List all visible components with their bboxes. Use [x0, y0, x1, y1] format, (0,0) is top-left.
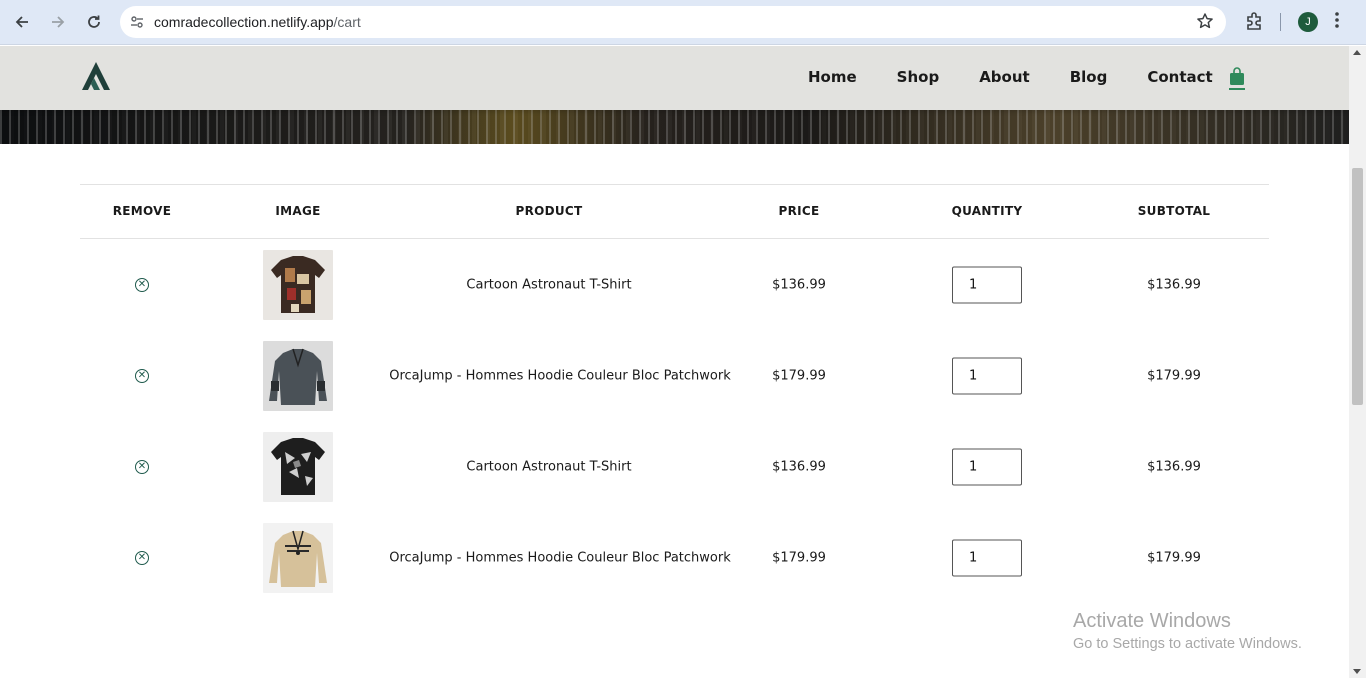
watermark-title: Activate Windows: [1073, 610, 1231, 632]
extensions-icon[interactable]: [1244, 11, 1264, 31]
quantity-field-wrapper: [952, 448, 1022, 486]
browser-toolbar: comradecollection.netlify.app/cart J: [0, 0, 1366, 45]
main-nav: Home Shop About Blog Contact: [808, 68, 1253, 86]
product-subtotal: $179.99: [1147, 550, 1201, 566]
cart-row: ✕ OrcaJump - Hommes Hoodie Couleur Bloc …: [80, 330, 1269, 421]
header-subtotal: SUBTOTAL: [1137, 204, 1211, 218]
cart-row: ✕ Cartoon Astronaut T-Shirt $136.99 $136…: [80, 239, 1269, 330]
product-subtotal: $136.99: [1147, 277, 1201, 293]
product-name[interactable]: Cartoon Astronaut T-Shirt: [466, 278, 631, 293]
profile-avatar[interactable]: J: [1298, 12, 1318, 32]
toolbar-divider: [1280, 13, 1281, 31]
product-thumbnail[interactable]: [263, 432, 333, 502]
nav-contact[interactable]: Contact: [1147, 68, 1212, 86]
product-price: $136.99: [772, 459, 826, 475]
quantity-input[interactable]: [952, 448, 1022, 486]
back-arrow-icon[interactable]: [10, 10, 34, 34]
header-product: PRODUCT: [515, 204, 583, 218]
shopping-bag-icon[interactable]: [1229, 67, 1245, 91]
header-image: IMAGE: [275, 204, 321, 218]
cart-table: REMOVE IMAGE PRODUCT PRICE QUANTITY SUBT…: [80, 184, 1269, 603]
quantity-field-wrapper: [952, 357, 1022, 395]
quantity-input[interactable]: [952, 357, 1022, 395]
quantity-input[interactable]: [952, 539, 1022, 577]
remove-item-button[interactable]: ✕: [135, 551, 149, 565]
site-settings-icon[interactable]: [120, 14, 154, 30]
remove-item-button[interactable]: ✕: [135, 460, 149, 474]
remove-item-button[interactable]: ✕: [135, 369, 149, 383]
close-circle-icon[interactable]: ✕: [135, 278, 149, 292]
address-bar[interactable]: comradecollection.netlify.app/cart: [120, 6, 1226, 38]
header-price: PRICE: [778, 204, 820, 218]
windows-activation-watermark: Activate Windows Go to Settings to activ…: [1073, 610, 1302, 652]
scrollbar-thumb[interactable]: [1352, 168, 1363, 405]
close-circle-icon[interactable]: ✕: [135, 460, 149, 474]
url-text: comradecollection.netlify.app/cart: [154, 14, 361, 30]
nav-shop[interactable]: Shop: [897, 68, 940, 86]
close-circle-icon[interactable]: ✕: [135, 369, 149, 383]
product-price: $136.99: [772, 277, 826, 293]
close-circle-icon[interactable]: ✕: [135, 551, 149, 565]
cart-row: ✕ OrcaJump - Hommes Hoodie Couleur Bloc …: [80, 512, 1269, 603]
product-name[interactable]: OrcaJump - Hommes Hoodie Couleur Bloc Pa…: [389, 369, 731, 384]
nav-home[interactable]: Home: [808, 68, 857, 86]
brand-logo[interactable]: [80, 60, 112, 92]
quantity-input[interactable]: [952, 266, 1022, 304]
nav-blog[interactable]: Blog: [1070, 68, 1108, 86]
page-viewport: Home Shop About Blog Contact REMOVE IMAG…: [0, 46, 1349, 678]
remove-item-button[interactable]: ✕: [135, 278, 149, 292]
nav-about[interactable]: About: [979, 68, 1030, 86]
product-price: $179.99: [772, 550, 826, 566]
quantity-field-wrapper: [952, 266, 1022, 304]
quantity-field-wrapper: [952, 539, 1022, 577]
kebab-menu-icon[interactable]: [1334, 11, 1340, 34]
watermark-subtitle: Go to Settings to activate Windows.: [1073, 636, 1302, 652]
bookmark-star-icon[interactable]: [1196, 12, 1214, 35]
scroll-down-arrow-icon[interactable]: [1353, 669, 1361, 674]
product-thumbnail[interactable]: [263, 250, 333, 320]
cart-table-header: REMOVE IMAGE PRODUCT PRICE QUANTITY SUBT…: [80, 184, 1269, 239]
product-subtotal: $136.99: [1147, 459, 1201, 475]
cart-row: ✕ Cartoon Astronaut T-Shirt $136.99 $136…: [80, 421, 1269, 512]
scroll-up-arrow-icon[interactable]: [1353, 50, 1361, 55]
vertical-scrollbar[interactable]: [1349, 46, 1366, 678]
reload-icon[interactable]: [82, 10, 106, 34]
product-subtotal: $179.99: [1147, 368, 1201, 384]
site-header: Home Shop About Blog Contact: [0, 46, 1349, 110]
header-quantity: QUANTITY: [951, 204, 1023, 218]
header-remove: REMOVE: [112, 204, 172, 218]
product-thumbnail[interactable]: [263, 341, 333, 411]
product-price: $179.99: [772, 368, 826, 384]
product-name[interactable]: OrcaJump - Hommes Hoodie Couleur Bloc Pa…: [389, 551, 731, 566]
product-thumbnail[interactable]: [263, 523, 333, 593]
forward-arrow-icon[interactable]: [46, 10, 70, 34]
product-name[interactable]: Cartoon Astronaut T-Shirt: [466, 460, 631, 475]
